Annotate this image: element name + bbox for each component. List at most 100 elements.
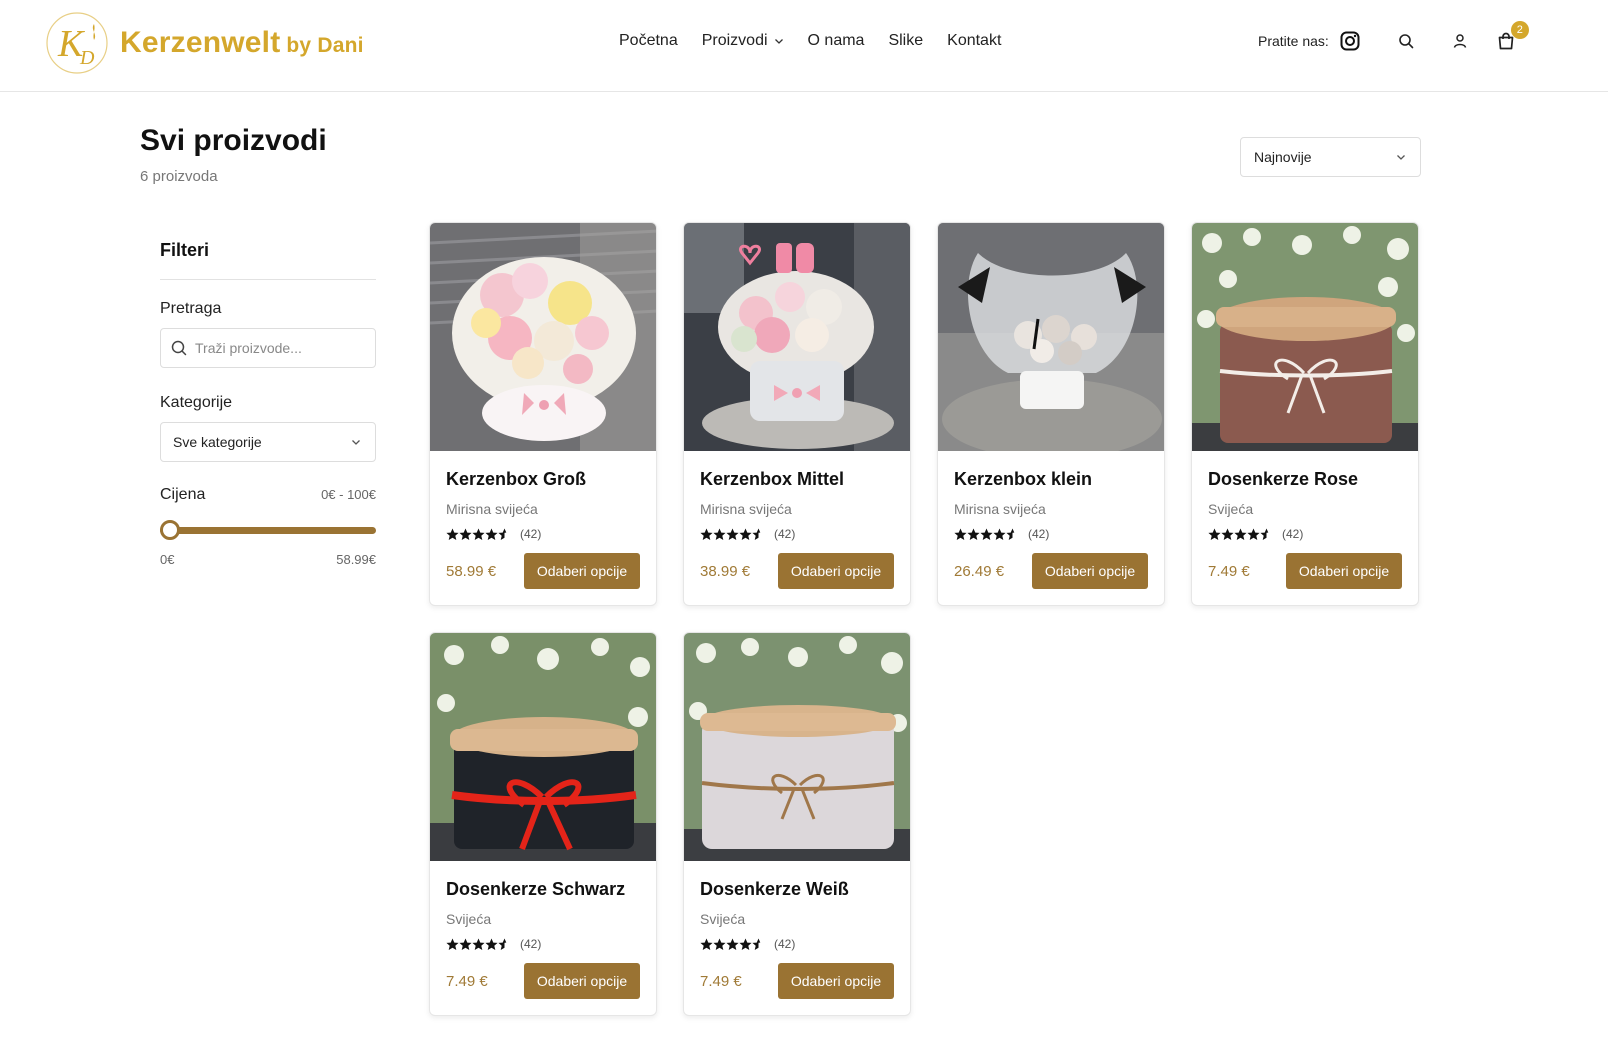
price-max-value: 58.99€ <box>336 552 376 567</box>
product-card[interactable]: Dosenkerze Weiß Svijeća (42) 7.49 € Odab… <box>683 632 911 1016</box>
brand-name-sub: by Dani <box>286 34 364 57</box>
search-filter-label: Pretraga <box>160 300 222 317</box>
product-category: Mirisna svijeća <box>700 501 792 517</box>
brand-name: Kerzenwelt by Dani <box>120 26 364 60</box>
chevron-down-icon <box>352 440 360 445</box>
rating-stars-icon <box>954 528 1015 540</box>
product-price: 7.49 € <box>1208 562 1250 580</box>
chevron-down-icon <box>774 39 783 44</box>
cart-icon[interactable]: 2 <box>1495 21 1529 52</box>
price-slider-values: 0€ 58.99€ <box>160 552 376 567</box>
brand-name-main: Kerzenwelt <box>120 26 281 59</box>
product-category: Mirisna svijeća <box>446 501 538 517</box>
review-count: (42) <box>774 527 796 541</box>
product-rating: (42) <box>700 527 894 541</box>
product-rating: (42) <box>446 937 640 951</box>
review-count: (42) <box>774 937 796 951</box>
product-search-box <box>160 328 376 368</box>
svg-text:D: D <box>79 47 95 69</box>
product-category: Svijeća <box>700 911 746 927</box>
category-select[interactable]: Sve kategorije <box>160 422 376 462</box>
price-range-text: 0€ - 100€ <box>321 487 376 502</box>
product-title[interactable]: Dosenkerze Schwarz <box>446 879 640 900</box>
filters-title: Filteri <box>160 240 376 280</box>
product-title[interactable]: Kerzenbox Groß <box>446 469 640 490</box>
product-image[interactable] <box>430 633 657 861</box>
header-actions: Pratite nas: 2 <box>1258 21 1529 52</box>
page-title: Svi proizvodi <box>140 124 327 157</box>
rating-stars-icon <box>446 528 507 540</box>
site-header: K D Kerzenwelt by Dani Početna Proizvodi… <box>0 0 1608 92</box>
chevron-down-icon <box>1397 155 1405 160</box>
nav-item-kontakt[interactable]: Kontakt <box>947 32 1001 50</box>
nav-item-o-nama[interactable]: O nama <box>808 32 865 50</box>
product-rating: (42) <box>700 937 894 951</box>
review-count: (42) <box>520 937 542 951</box>
product-price: 7.49 € <box>700 972 742 990</box>
rating-stars-icon <box>700 528 761 540</box>
user-icon[interactable] <box>1449 30 1471 52</box>
rating-stars-icon <box>700 938 761 950</box>
product-rating: (42) <box>954 527 1148 541</box>
price-filter-label: Cijena <box>160 486 206 503</box>
product-title[interactable]: Dosenkerze Rose <box>1208 469 1402 490</box>
price-slider[interactable] <box>160 520 376 540</box>
product-card[interactable]: Kerzenbox Groß Mirisna svijeća (42) 58.9… <box>429 222 657 606</box>
product-card[interactable]: Kerzenbox klein Mirisna svijeća (42) 26.… <box>937 222 1165 606</box>
product-image[interactable] <box>684 633 911 861</box>
main-nav: Početna Proizvodi O nama Slike Kontakt <box>619 32 1001 50</box>
product-card[interactable]: Dosenkerze Rose Svijeća (42) 7.49 € Odab… <box>1191 222 1419 606</box>
nav-item-proizvodi-label: Proizvodi <box>701 32 768 49</box>
nav-item-slike[interactable]: Slike <box>888 32 923 50</box>
product-price: 26.49 € <box>954 562 1005 580</box>
rating-stars-icon <box>446 938 507 950</box>
search-icon <box>171 340 187 356</box>
product-title[interactable]: Dosenkerze Weiß <box>700 879 894 900</box>
product-count: 6 proizvoda <box>140 168 218 185</box>
price-filter-header: Cijena 0€ - 100€ <box>160 486 376 504</box>
price-slider-thumb[interactable] <box>160 520 180 540</box>
product-price: 38.99 € <box>700 562 751 580</box>
product-price: 58.99 € <box>446 562 497 580</box>
price-slider-track[interactable] <box>160 527 376 534</box>
product-image[interactable] <box>684 223 911 451</box>
product-title[interactable]: Kerzenbox Mittel <box>700 469 894 490</box>
product-title[interactable]: Kerzenbox klein <box>954 469 1148 490</box>
logo-mark-icon: K D <box>46 12 108 74</box>
review-count: (42) <box>1282 527 1304 541</box>
product-rating: (42) <box>446 527 640 541</box>
product-search-input[interactable] <box>195 340 355 356</box>
rating-stars-icon <box>1208 528 1269 540</box>
instagram-icon[interactable] <box>1339 30 1361 52</box>
price-min-value: 0€ <box>160 552 175 567</box>
brand-logo[interactable]: K D Kerzenwelt by Dani <box>44 10 364 76</box>
product-image[interactable] <box>1192 223 1419 451</box>
product-card[interactable]: Dosenkerze Schwarz Svijeća (42) 7.49 € O… <box>429 632 657 1016</box>
product-category: Svijeća <box>446 911 492 927</box>
follow-label: Pratite nas: <box>1258 33 1329 49</box>
product-rating: (42) <box>1208 527 1402 541</box>
sort-selected-value: Najnovije <box>1254 149 1312 165</box>
review-count: (42) <box>520 527 542 541</box>
product-category: Mirisna svijeća <box>954 501 1046 517</box>
sort-select[interactable]: Najnovije <box>1240 137 1421 177</box>
select-options-button[interactable]: Odaberi opcije <box>524 553 640 589</box>
search-icon[interactable] <box>1395 30 1417 52</box>
product-image[interactable] <box>430 223 657 451</box>
select-options-button[interactable]: Odaberi opcije <box>524 963 640 999</box>
nav-item-pocetna[interactable]: Početna <box>619 32 678 50</box>
review-count: (42) <box>1028 527 1050 541</box>
category-selected-value: Sve kategorije <box>173 434 262 450</box>
select-options-button[interactable]: Odaberi opcije <box>1032 553 1148 589</box>
product-category: Svijeća <box>1208 501 1254 517</box>
select-options-button[interactable]: Odaberi opcije <box>778 553 894 589</box>
select-options-button[interactable]: Odaberi opcije <box>778 963 894 999</box>
filters-sidebar: Filteri Pretraga Kategorije Sve kategori… <box>160 240 376 567</box>
cart-count-badge: 2 <box>1510 21 1529 39</box>
category-filter-label: Kategorije <box>160 394 233 411</box>
product-image[interactable] <box>938 223 1165 451</box>
product-price: 7.49 € <box>446 972 488 990</box>
select-options-button[interactable]: Odaberi opcije <box>1286 553 1402 589</box>
product-card[interactable]: Kerzenbox Mittel Mirisna svijeća (42) 38… <box>683 222 911 606</box>
nav-item-proizvodi[interactable]: Proizvodi <box>702 32 784 50</box>
